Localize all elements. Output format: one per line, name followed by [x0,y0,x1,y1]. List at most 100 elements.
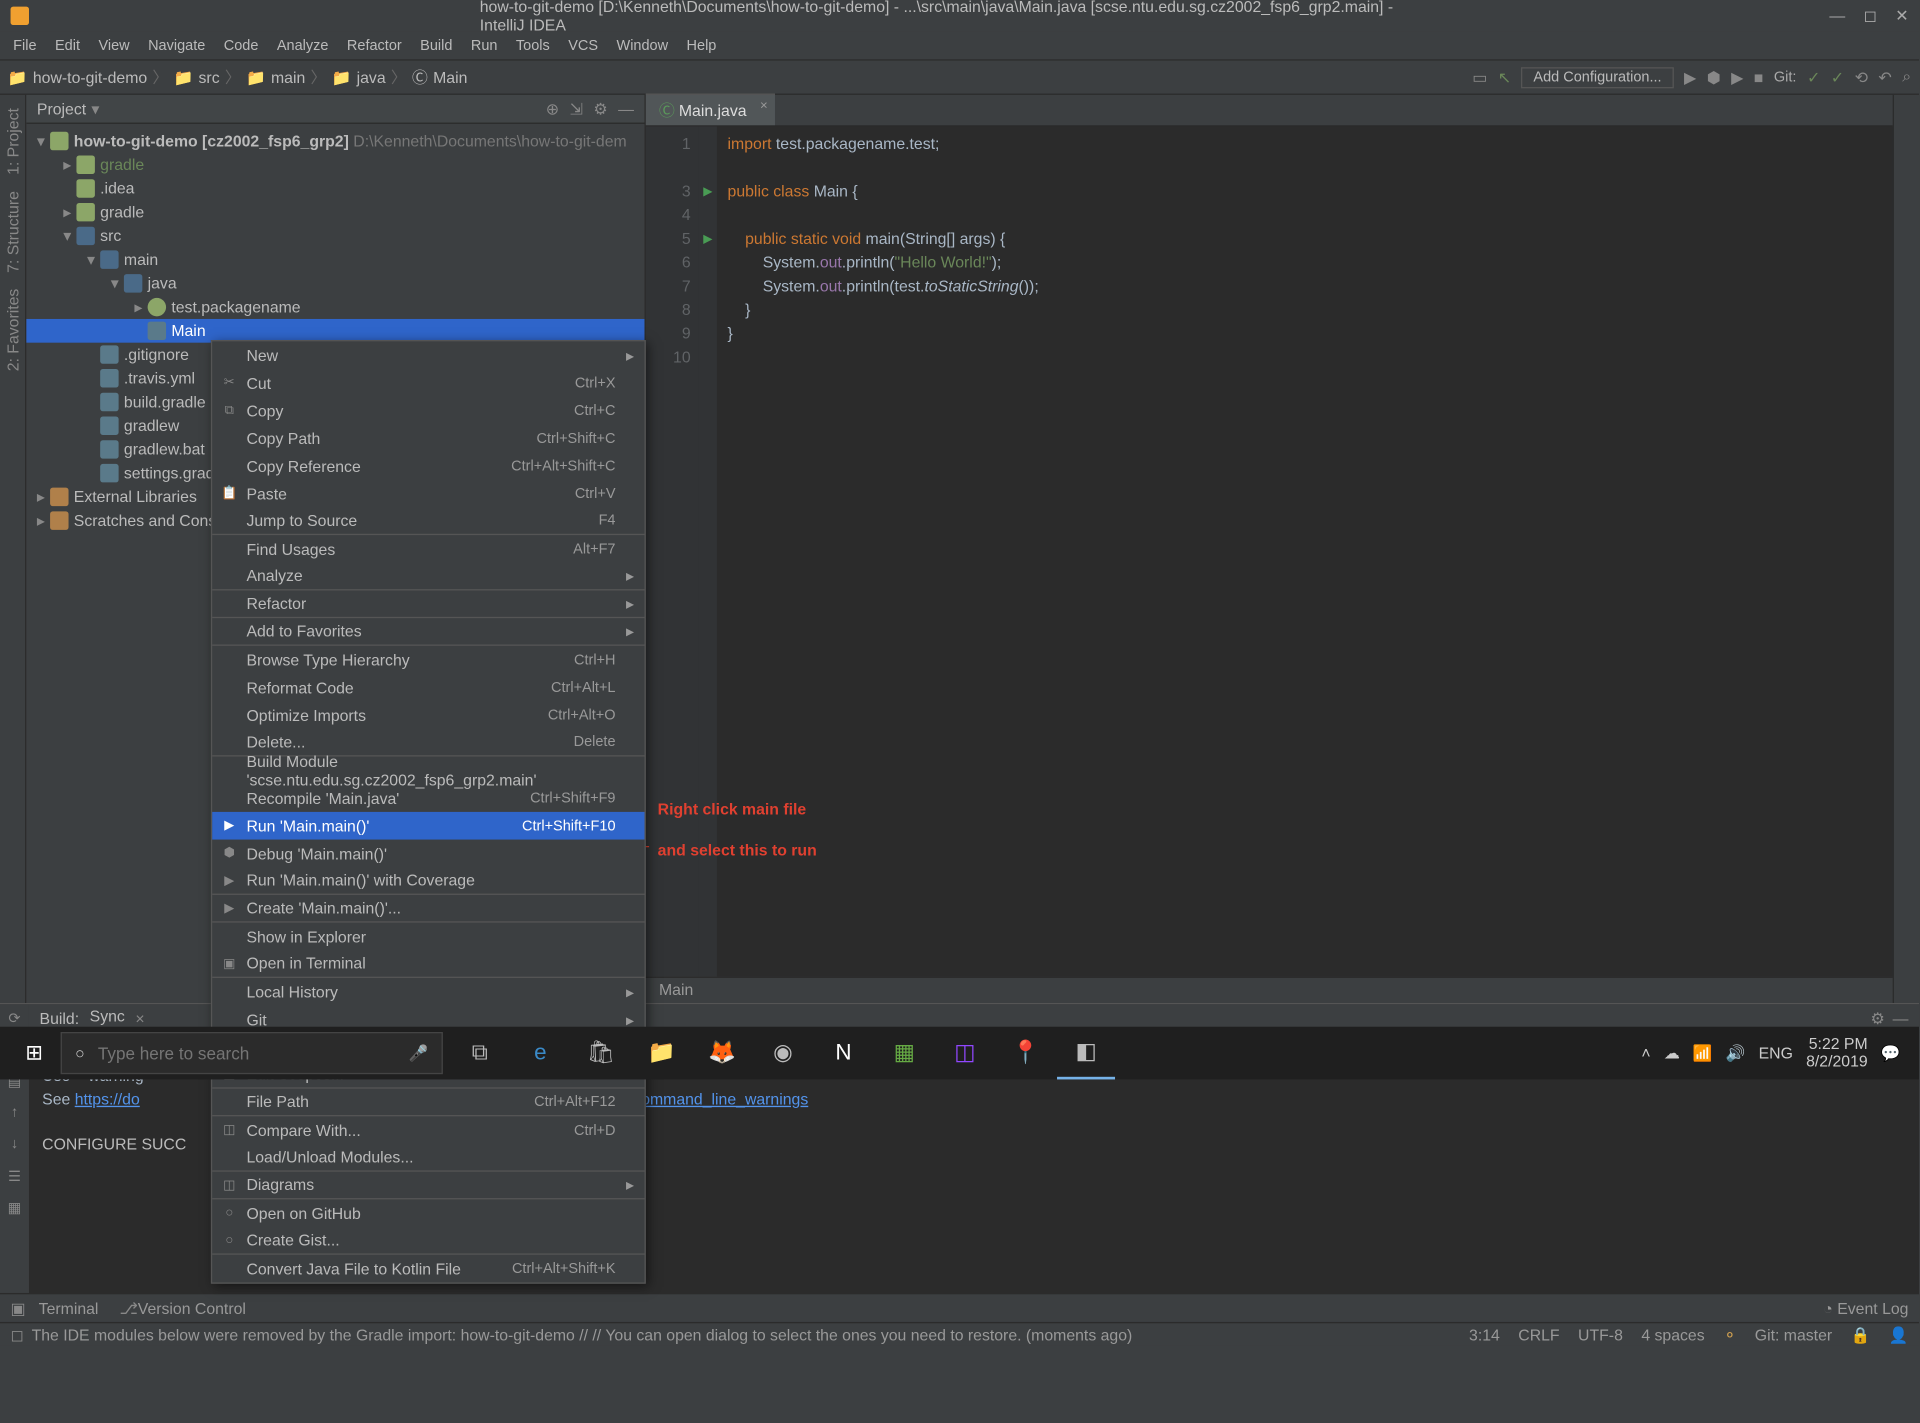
gear-icon[interactable]: ⚙ [1871,1009,1885,1027]
coverage-icon[interactable]: ▶ [1731,68,1743,86]
context-menu-item[interactable]: Show in Explorer [212,923,644,951]
down-icon[interactable]: ↓ [0,1136,29,1162]
status-indent[interactable]: 4 spaces [1641,1325,1704,1343]
run-gutter[interactable]: ▶ ▶ [699,127,717,1003]
hammer-icon[interactable]: ↖ [1498,68,1511,86]
hide-icon[interactable]: — [1893,1009,1909,1027]
minecraft-icon[interactable]: ▦ [875,1027,933,1080]
add-configuration-button[interactable]: Add Configuration... [1522,67,1674,88]
stop-icon[interactable]: ■ [1754,68,1764,86]
close-tab-icon[interactable]: × [135,1009,144,1027]
favorites-tool-button[interactable]: 2: Favorites [3,288,21,371]
menu-run[interactable]: Run [463,35,505,56]
edge-icon[interactable]: e [511,1027,569,1080]
structure-tool-button[interactable]: 7: Structure [3,191,21,273]
context-menu-item[interactable]: Find UsagesAlt+F7 [212,535,644,563]
notion-icon[interactable]: N [815,1027,873,1080]
search-icon[interactable]: ⌕ [1902,67,1911,87]
tray-chevron-icon[interactable]: ˄ [1641,1044,1650,1062]
code-editor[interactable]: import test.packagename.test; public cla… [717,127,1039,1003]
maximize-icon[interactable]: ◻ [1864,7,1877,25]
menu-analyze[interactable]: Analyze [269,35,336,56]
context-menu-item[interactable]: Copy ReferenceCtrl+Alt+Shift+C [212,452,644,480]
context-menu-item[interactable]: ▶Run 'Main.main()'Ctrl+Shift+F10 [212,812,644,840]
run-gutter-icon[interactable]: ▶ [699,179,717,203]
context-menu-item[interactable]: Build Module 'scse.ntu.edu.sg.cz2002_fsp… [212,757,644,785]
terminal-tool-button[interactable]: Terminal [39,1299,99,1317]
context-menu-item[interactable]: Jump to SourceF4 [212,507,644,535]
explorer-icon[interactable]: 📁 [633,1027,691,1080]
menu-refactor[interactable]: Refactor [339,35,410,56]
context-menu-item[interactable]: ▶Run 'Main.main()' with Coverage [212,867,644,895]
editor-breadcrumb[interactable]: Main [646,977,1893,1003]
project-tool-button[interactable]: 1: Project [3,108,21,175]
close-icon[interactable]: ✕ [1895,7,1908,25]
context-menu-item[interactable]: ✂CutCtrl+X [212,369,644,397]
search-input[interactable] [98,1043,396,1063]
store-icon[interactable]: 🛍 [572,1027,630,1080]
context-menu-item[interactable]: 📋PasteCtrl+V [212,480,644,508]
twitch-icon[interactable]: ◫ [936,1027,994,1080]
grid-icon[interactable]: ▦ [0,1199,29,1225]
menu-file[interactable]: File [5,35,44,56]
lock-icon[interactable]: 🔒 [1851,1325,1871,1343]
revert-icon[interactable]: ↶ [1878,68,1891,86]
tool-icon[interactable]: ▭ [1472,68,1487,86]
context-menu-item[interactable]: Optimize ImportsCtrl+Alt+O [212,701,644,729]
start-button[interactable]: ⊞ [8,1027,61,1080]
commit-icon[interactable]: ✓ [1831,68,1844,86]
context-menu-item[interactable]: Local History▸ [212,978,644,1006]
status-eol[interactable]: CRLF [1518,1325,1559,1343]
taskbar-clock[interactable]: 5:22 PM8/2/2019 [1806,1036,1868,1070]
up-icon[interactable]: ↑ [0,1104,29,1130]
status-encoding[interactable]: UTF-8 [1578,1325,1623,1343]
context-menu-item[interactable]: Convert Java File to Kotlin FileCtrl+Alt… [212,1255,644,1283]
context-menu-item[interactable]: Reformat CodeCtrl+Alt+L [212,673,644,701]
tray-volume-icon[interactable]: 🔊 [1726,1044,1746,1062]
context-menu-item[interactable]: ⧉CopyCtrl+C [212,397,644,425]
run-gutter-icon[interactable]: ▶ [699,227,717,251]
chevron-down-icon[interactable]: ▾ [91,100,99,118]
collapse-icon[interactable]: ⇲ [570,100,583,118]
status-git[interactable]: Git: master [1755,1325,1832,1343]
menu-window[interactable]: Window [609,35,676,56]
context-menu-item[interactable]: ▶Create 'Main.main()'... [212,895,644,923]
menu-build[interactable]: Build [412,35,460,56]
gear-icon[interactable]: ⚙ [593,100,607,118]
context-menu-item[interactable]: File PathCtrl+Alt+F12 [212,1089,644,1117]
menu-view[interactable]: View [91,35,138,56]
menu-tools[interactable]: Tools [508,35,558,56]
context-menu-item[interactable]: ⬢Debug 'Main.main()' [212,840,644,868]
context-menu-item[interactable]: ◫Diagrams▸ [212,1172,644,1200]
close-tab-icon[interactable]: × [760,99,768,113]
context-menu-item[interactable]: Add to Favorites▸ [212,618,644,646]
context-menu-item[interactable]: Browse Type HierarchyCtrl+H [212,646,644,674]
context-menu-item[interactable]: Refactor▸ [212,590,644,618]
minimize-icon[interactable]: — [1829,7,1845,25]
task-view-icon[interactable]: ⧉ [451,1027,509,1080]
firefox-icon[interactable]: 🦊 [693,1027,751,1080]
context-menu-item[interactable]: ○Create Gist... [212,1227,644,1255]
event-log-button[interactable]: ◔ Event Log [1823,1299,1908,1317]
context-menu-item[interactable]: Copy PathCtrl+Shift+C [212,424,644,452]
menu-code[interactable]: Code [216,35,266,56]
history-icon[interactable]: ⟲ [1855,68,1868,86]
run-icon[interactable]: ▶ [1684,68,1696,86]
tray-lang[interactable]: ENG [1759,1044,1793,1062]
notifications-icon[interactable]: 💬 [1881,1044,1901,1062]
context-menu[interactable]: New▸✂CutCtrl+X⧉CopyCtrl+CCopy PathCtrl+S… [211,340,646,1284]
tree-icon[interactable]: ☰ [0,1168,29,1194]
tray-network-icon[interactable]: 📶 [1693,1044,1713,1062]
menu-help[interactable]: Help [679,35,725,56]
context-menu-item[interactable]: ○Open on GitHub [212,1199,644,1227]
debug-icon[interactable]: ⬢ [1707,68,1721,86]
pin-icon[interactable]: 📍 [996,1027,1054,1080]
mic-icon[interactable]: 🎤 [409,1044,429,1062]
hide-icon[interactable]: — [618,100,634,118]
context-menu-item[interactable]: New▸ [212,341,644,369]
context-menu-item[interactable]: Load/Unload Modules... [212,1144,644,1172]
project-header-label[interactable]: Project [37,100,86,118]
menu-navigate[interactable]: Navigate [140,35,213,56]
context-menu-item[interactable]: Recompile 'Main.java'Ctrl+Shift+F9 [212,784,644,812]
update-icon[interactable]: ✓ [1807,68,1820,86]
